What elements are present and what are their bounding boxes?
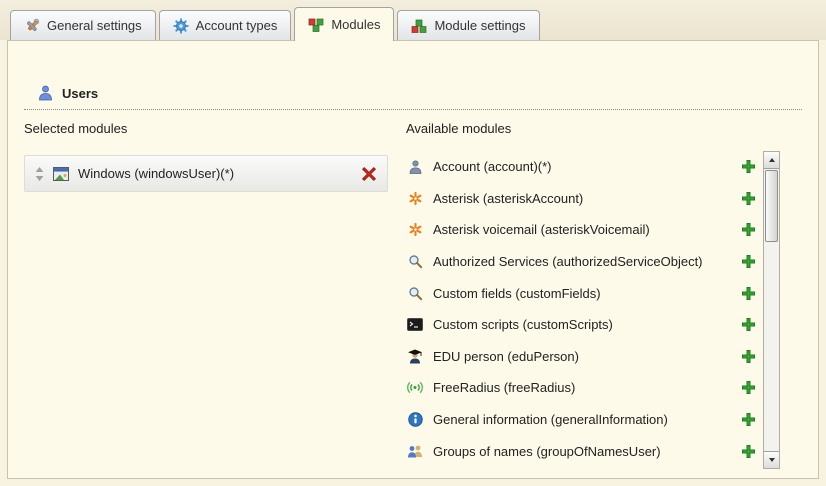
tools-icon — [24, 18, 40, 34]
magnifier-icon — [406, 286, 424, 301]
tab-modules[interactable]: Modules — [294, 7, 394, 41]
available-module-label: Asterisk voicemail (asteriskVoicemail) — [433, 222, 732, 237]
magnifier-icon — [406, 254, 424, 269]
available-modules-list: Account (account)(*) Asterisk (asteriskA… — [406, 151, 756, 467]
add-module-button[interactable] — [741, 349, 756, 364]
selected-modules-heading: Selected modules — [24, 121, 127, 136]
section-header: Users — [38, 85, 98, 101]
tab-bar: General settings Account types — [0, 0, 826, 40]
gear-icon — [173, 18, 189, 34]
remove-module-button[interactable] — [361, 166, 377, 182]
available-module-label: Custom scripts (customScripts) — [433, 317, 732, 332]
selected-module-row[interactable]: Windows (windowsUser)(*) — [24, 155, 388, 192]
available-module-row: General information (generalInformation) — [406, 404, 756, 436]
available-module-row: Asterisk (asteriskAccount) — [406, 183, 756, 215]
tab-label: Account types — [196, 18, 278, 33]
arrow-up-icon — [769, 158, 775, 162]
info-icon — [406, 412, 424, 427]
add-module-button[interactable] — [741, 286, 756, 301]
available-module-row: Authorized Services (authorizedServiceOb… — [406, 246, 756, 278]
tab-label: Module settings — [434, 18, 525, 33]
tab-label: General settings — [47, 18, 142, 33]
tab-general-settings[interactable]: General settings — [10, 10, 156, 40]
scrollbar[interactable] — [763, 151, 780, 469]
group-icon — [406, 444, 424, 459]
drag-handle-icon[interactable] — [35, 167, 44, 181]
modules-icon — [308, 17, 324, 33]
section-title: Users — [62, 86, 98, 101]
scrollbar-thumb[interactable] — [765, 170, 778, 242]
add-module-button[interactable] — [741, 412, 756, 427]
available-module-row: Custom fields (customFields) — [406, 277, 756, 309]
available-module-label: General information (generalInformation) — [433, 412, 732, 427]
lam-configuration-screen: General settings Account types — [0, 0, 826, 486]
available-module-label: Groups of names (groupOfNamesUser) — [433, 444, 732, 459]
scrollbar-track[interactable] — [764, 169, 779, 451]
add-module-button[interactable] — [741, 191, 756, 206]
available-module-label: EDU person (eduPerson) — [433, 349, 732, 364]
graduate-icon — [406, 349, 424, 364]
available-modules-heading: Available modules — [406, 121, 511, 136]
tab-label: Modules — [331, 17, 380, 32]
available-module-row: Groups of names (groupOfNamesUser) — [406, 435, 756, 467]
scrollbar-down-button[interactable] — [764, 451, 779, 468]
add-module-button[interactable] — [741, 444, 756, 459]
asterisk-icon — [406, 191, 424, 206]
available-module-label: Asterisk (asteriskAccount) — [433, 191, 732, 206]
add-module-button[interactable] — [741, 159, 756, 174]
tab-module-settings[interactable]: Module settings — [397, 10, 539, 40]
available-module-label: Account (account)(*) — [433, 159, 732, 174]
terminal-icon — [406, 318, 424, 331]
add-module-button[interactable] — [741, 380, 756, 395]
module-settings-icon — [411, 18, 427, 34]
available-module-row: Custom scripts (customScripts) — [406, 309, 756, 341]
windows-module-icon — [53, 167, 69, 181]
available-module-row: EDU person (eduPerson) — [406, 341, 756, 373]
add-module-button[interactable] — [741, 254, 756, 269]
arrow-down-icon — [769, 458, 775, 462]
asterisk-icon — [406, 222, 424, 237]
available-module-row: Account (account)(*) — [406, 151, 756, 183]
add-module-button[interactable] — [741, 317, 756, 332]
section-divider — [24, 109, 802, 110]
user-icon — [38, 85, 53, 101]
scrollbar-up-button[interactable] — [764, 152, 779, 169]
available-module-label: Custom fields (customFields) — [433, 286, 732, 301]
available-module-row: FreeRadius (freeRadius) — [406, 372, 756, 404]
available-module-label: Authorized Services (authorizedServiceOb… — [433, 254, 732, 269]
account-icon — [406, 160, 424, 174]
tab-account-types[interactable]: Account types — [159, 10, 292, 40]
selected-module-label: Windows (windowsUser)(*) — [78, 166, 352, 181]
available-module-label: FreeRadius (freeRadius) — [433, 380, 732, 395]
add-module-button[interactable] — [741, 222, 756, 237]
antenna-icon — [406, 380, 424, 395]
content-panel: Users Selected modules Available modules — [7, 40, 819, 479]
available-module-row: Asterisk voicemail (asteriskVoicemail) — [406, 214, 756, 246]
